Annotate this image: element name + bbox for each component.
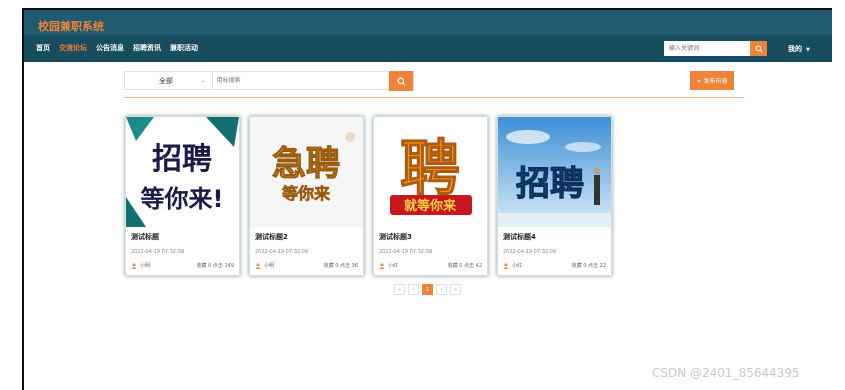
thumbnail-text-main: 招聘 xyxy=(152,142,212,177)
user-icon xyxy=(255,262,261,269)
search-icon xyxy=(397,76,406,86)
pagination-prev[interactable]: ‹ xyxy=(408,284,419,295)
divider xyxy=(124,97,744,98)
thumbnail-text-sub: 等你来! xyxy=(141,185,224,213)
post-title: 测试标题4 xyxy=(503,233,536,241)
publish-button[interactable]: + 发布内容 xyxy=(690,71,734,90)
pagination-last[interactable]: » xyxy=(450,284,461,295)
post-stats: 收藏 0 点击 149 xyxy=(196,263,235,269)
post-date: 2022-04-19 07:32:09 xyxy=(503,249,557,255)
nav-item-parttime[interactable]: 兼职活动 xyxy=(170,43,198,53)
post-author-name: 小明 xyxy=(140,263,151,269)
post-author-name: 小红 xyxy=(512,263,523,269)
post-card[interactable]: 招聘 测试标题4 2022-04-19 07:32:09 小红 收藏 0 点击 … xyxy=(497,116,612,276)
nav-item-recruitment[interactable]: 招聘资讯 xyxy=(133,43,161,53)
category-select[interactable]: 全部 ⌄ xyxy=(125,72,213,89)
post-meta: 小明 收藏 0 点击 36 xyxy=(255,262,358,269)
title-search-input[interactable] xyxy=(212,72,390,89)
thumbnail-text-sub: 等你来 xyxy=(281,184,331,203)
post-thumbnail: 急聘 等你来 xyxy=(250,117,363,227)
post-author: 小明 xyxy=(255,262,274,269)
post-author: 小明 xyxy=(131,262,150,269)
post-meta: 小红 收藏 0 点击 22 xyxy=(503,262,606,269)
nav-search-input[interactable] xyxy=(664,41,750,56)
pagination-current-page[interactable]: 1 xyxy=(422,284,433,295)
post-card[interactable]: 急聘 等你来 测试标题2 2022-04-19 07:32:09 小明 收藏 0… xyxy=(249,116,364,276)
user-menu[interactable]: 我的 ▼ xyxy=(788,44,810,54)
thumbnail-text-sub: 就等你来 xyxy=(404,198,457,214)
search-button[interactable] xyxy=(389,71,413,91)
post-author: 小红 xyxy=(379,262,398,269)
post-meta: 小明 收藏 0 点击 149 xyxy=(131,262,234,269)
post-list: 招聘 等你来! 测试标题 2022-04-19 07:32:09 小明 收藏 0… xyxy=(125,116,612,276)
thumbnail-text-main: 急聘 xyxy=(272,144,340,184)
nav-item-notices[interactable]: 公告消息 xyxy=(96,43,124,53)
nav-item-home[interactable]: 首页 xyxy=(36,43,50,53)
nav-search-button[interactable] xyxy=(750,41,767,56)
nav-bar: 首页 交流论坛 公告消息 招聘资讯 兼职活动 我的 ▼ xyxy=(24,35,832,62)
post-meta: 小红 收藏 0 点击 42 xyxy=(379,262,482,269)
nav-search xyxy=(664,41,767,56)
post-title: 测试标题 xyxy=(131,233,159,241)
main-nav: 首页 交流论坛 公告消息 招聘资讯 兼职活动 xyxy=(36,43,198,53)
post-card[interactable]: 招聘 等你来! 测试标题 2022-04-19 07:32:09 小明 收藏 0… xyxy=(125,116,240,276)
site-title: 校园兼职系统 xyxy=(38,20,104,33)
post-date: 2022-04-19 07:32:09 xyxy=(255,249,309,255)
post-thumbnail: 招聘 等你来! xyxy=(126,117,239,227)
post-author-name: 小红 xyxy=(388,263,399,269)
pagination: « ‹ 1 › » xyxy=(394,284,461,295)
post-stats: 收藏 0 点击 22 xyxy=(571,263,606,269)
pagination-next[interactable]: › xyxy=(436,284,447,295)
app-window: 校园兼职系统 首页 交流论坛 公告消息 招聘资讯 兼职活动 我的 ▼ 全部 ⌄ xyxy=(22,8,832,390)
nav-item-forum[interactable]: 交流论坛 xyxy=(59,43,87,53)
user-menu-label: 我的 xyxy=(788,45,802,53)
forum-search-bar: 全部 ⌄ xyxy=(124,71,414,91)
post-stats: 收藏 0 点击 36 xyxy=(323,263,358,269)
post-thumbnail: 聘 就等你来 xyxy=(374,117,487,227)
post-thumbnail: 招聘 xyxy=(498,117,611,227)
post-title: 测试标题2 xyxy=(255,233,288,241)
post-card[interactable]: 聘 就等你来 测试标题3 2022-04-19 07:32:09 小红 收藏 0… xyxy=(373,116,488,276)
user-icon xyxy=(503,262,509,269)
thumbnail-text-main: 招聘 xyxy=(516,164,584,204)
pagination-first[interactable]: « xyxy=(394,284,405,295)
caret-down-icon: ▼ xyxy=(806,47,810,53)
watermark: CSDN @2401_85644395 xyxy=(652,366,800,380)
user-icon xyxy=(131,262,137,269)
post-date: 2022-04-19 07:32:09 xyxy=(379,249,433,255)
post-author-name: 小明 xyxy=(264,263,275,269)
chevron-down-icon: ⌄ xyxy=(200,77,206,84)
post-date: 2022-04-19 07:32:09 xyxy=(131,249,185,255)
post-title: 测试标题3 xyxy=(379,233,412,241)
post-stats: 收藏 0 点击 42 xyxy=(447,263,482,269)
top-header: 校园兼职系统 xyxy=(24,10,832,35)
user-icon xyxy=(379,262,385,269)
search-icon xyxy=(754,44,763,53)
category-select-value: 全部 xyxy=(159,76,173,85)
post-author: 小红 xyxy=(503,262,522,269)
thumbnail-text-main: 聘 xyxy=(400,134,460,204)
